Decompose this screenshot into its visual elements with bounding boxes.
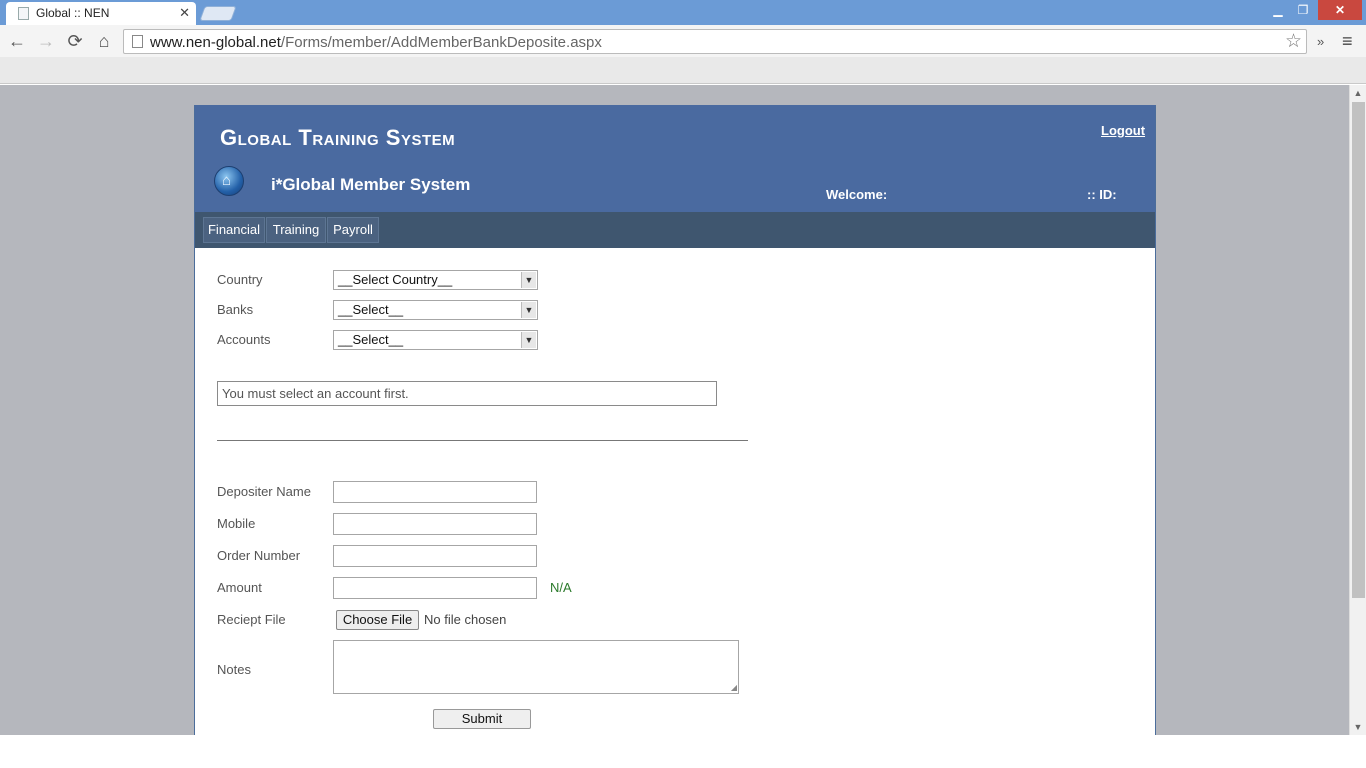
reload-icon[interactable]: ⟳ [64,30,86,52]
choose-file-button[interactable]: Choose File [336,610,419,630]
nav-item-training[interactable]: Training [266,217,326,243]
file-status-text: No file chosen [424,612,507,627]
url-path: /Forms/member/AddMemberBankDeposite.aspx [280,34,602,51]
url-host: www.nen-global.net [150,34,281,51]
new-tab-button[interactable] [199,6,237,21]
notes-label: Notes [217,662,251,677]
bookmarks-bar [0,57,1366,84]
scroll-thumb[interactable] [1352,102,1365,598]
system-name: i*Global Member System [271,175,471,194]
site-container: Global Training System Logout ⌂ i*Global… [194,105,1156,735]
site-title: Global Training System [220,125,456,150]
depositer-name-label: Depositer Name [217,484,311,499]
accounts-select-value: __Select__ [338,332,404,347]
site-header: Global Training System Logout ⌂ i*Global… [195,105,1155,212]
page-favicon-icon [18,7,29,20]
forward-arrow-icon[interactable]: → [35,30,57,52]
accounts-select[interactable]: __Select__ ▼ [333,330,538,350]
extensions-chevron-icon[interactable]: » [1317,34,1324,49]
chevron-down-icon: ▼ [521,332,536,348]
chevron-down-icon: ▼ [521,272,536,288]
page-viewport: Global Training System Logout ⌂ i*Global… [0,85,1349,735]
member-id-label: :: ID: [1087,187,1117,202]
submit-button[interactable]: Submit [433,709,531,729]
minimize-button[interactable]: ▁ [1266,0,1290,20]
banks-select-value: __Select__ [338,302,404,317]
home-logo-icon[interactable]: ⌂ [214,166,244,196]
order-number-input[interactable] [333,545,537,567]
accounts-label: Accounts [217,332,271,347]
form-divider [217,440,748,441]
back-arrow-icon[interactable]: ← [6,30,28,52]
welcome-label: Welcome: [826,187,888,202]
receipt-file-label: Reciept File [217,612,286,627]
mobile-input[interactable] [333,513,537,535]
country-label: Country [217,272,263,287]
amount-input[interactable] [333,577,537,599]
scroll-up-arrow-icon[interactable]: ▲ [1350,85,1366,101]
home-icon[interactable]: ⌂ [93,30,115,52]
scroll-down-arrow-icon[interactable]: ▼ [1350,719,1366,735]
account-message-box: You must select an account first. [217,381,717,406]
banks-label: Banks [217,302,254,317]
browser-titlebar: Global :: NEN ✕ ▁ ❐ ✕ [0,0,1366,25]
notes-textarea[interactable]: ◢ [333,640,739,694]
tab-title: Global :: NEN [36,6,110,20]
close-tab-icon[interactable]: ✕ [179,5,190,21]
amount-note: N/A [550,580,572,595]
browser-menu-icon[interactable]: ≡ [1342,32,1353,50]
chevron-down-icon: ▼ [521,302,536,318]
page-icon [132,35,143,48]
depositer-name-input[interactable] [333,481,537,503]
address-bar[interactable]: www.nen-global.net/Forms/member/AddMembe… [123,29,1307,54]
bookmark-star-icon[interactable]: ☆ [1285,30,1302,53]
nav-item-financial[interactable]: Financial [203,217,265,243]
house-icon: ⌂ [222,172,232,189]
resize-grip-icon[interactable]: ◢ [731,683,737,692]
banks-select[interactable]: __Select__ ▼ [333,300,538,320]
country-select[interactable]: __Select Country__ ▼ [333,270,538,290]
order-number-label: Order Number [217,548,301,563]
url-text: www.nen-global.net/Forms/member/AddMembe… [150,34,602,51]
country-select-value: __Select Country__ [338,272,453,287]
maximize-button[interactable]: ❐ [1291,0,1315,20]
nav-item-payroll[interactable]: Payroll [327,217,379,243]
amount-label: Amount [217,580,262,595]
mobile-label: Mobile [217,516,256,531]
browser-toolbar: ← → ⟳ ⌂ www.nen-global.net/Forms/member/… [0,25,1366,57]
close-window-button[interactable]: ✕ [1318,0,1362,20]
page-scrollbar[interactable]: ▲ ▼ [1349,85,1366,735]
logout-link[interactable]: Logout [1101,123,1145,138]
main-nav: Financial Training Payroll [195,212,1155,248]
browser-tab[interactable]: Global :: NEN ✕ [6,2,196,25]
bottom-strip [0,735,1366,768]
